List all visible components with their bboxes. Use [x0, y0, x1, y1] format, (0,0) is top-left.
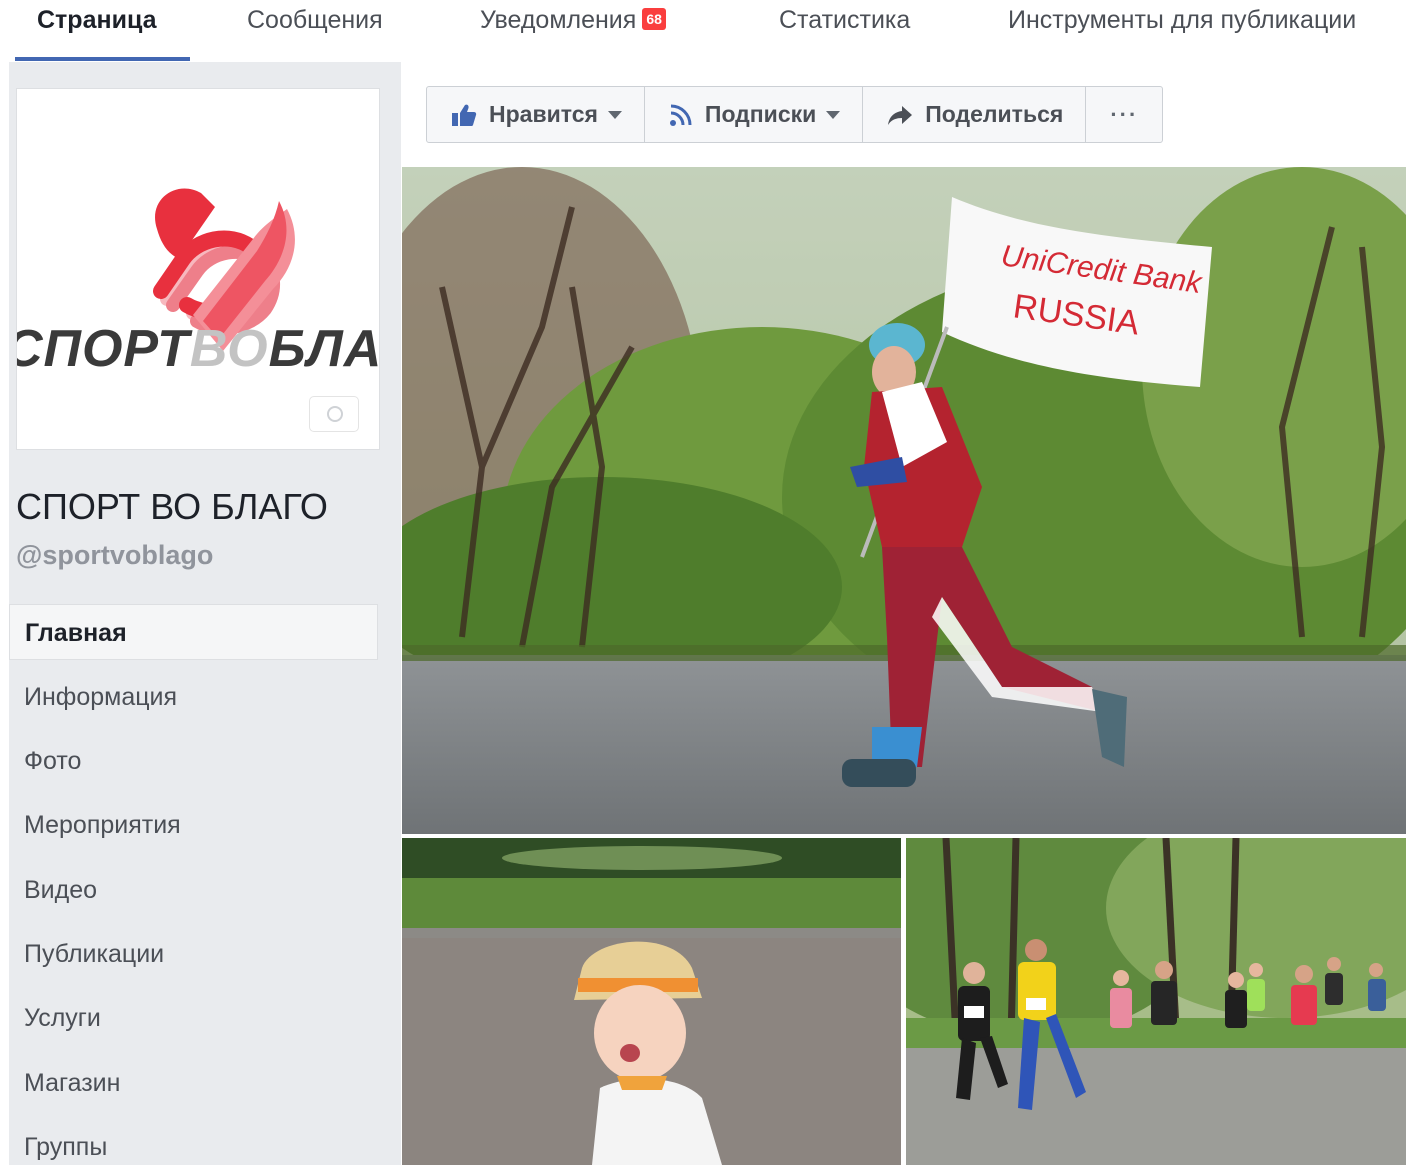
sidebar-item-photos[interactable]: Фото — [9, 733, 378, 789]
page-action-bar: Нравится Подписки Поделиться ··· — [426, 86, 1164, 143]
sidebar-item-home[interactable]: Главная — [9, 604, 378, 660]
share-button-label: Поделиться — [925, 101, 1064, 127]
like-button-label: Нравится — [489, 101, 598, 127]
tab-page[interactable]: Страница — [37, 6, 157, 35]
active-tab-indicator — [15, 57, 190, 61]
chevron-down-icon — [607, 110, 622, 119]
group-photo-image — [906, 838, 1406, 1165]
page-username[interactable]: @sportvoblago — [16, 540, 213, 571]
cover-photo-runner[interactable]: UniCredit Bank RUSSIA — [402, 167, 1406, 834]
more-dots-icon: ··· — [1110, 101, 1139, 127]
photo-child-runner[interactable] — [402, 838, 901, 1165]
tab-insights[interactable]: Статистика — [779, 6, 910, 35]
tab-notifications-label: Уведомления — [480, 6, 637, 34]
share-button[interactable]: Поделиться — [863, 87, 1087, 142]
tab-notifications[interactable]: Уведомления 68 — [480, 6, 666, 35]
sidebar-item-services[interactable]: Услуги — [9, 990, 378, 1046]
child-photo-image — [402, 838, 901, 1165]
sidebar-item-groups[interactable]: Группы — [9, 1119, 378, 1175]
follow-button-label: Подписки — [704, 101, 817, 127]
sidebar-item-posts[interactable]: Публикации — [9, 926, 378, 982]
logo-wordmark: СПОРТВОБЛАГО — [16, 320, 380, 378]
profile-picture[interactable]: СПОРТВОБЛАГО — [16, 88, 380, 450]
notification-count-badge: 68 — [642, 8, 666, 30]
chevron-down-icon — [826, 110, 841, 119]
like-button[interactable]: Нравится — [427, 87, 645, 142]
runner-photo-image: UniCredit Bank RUSSIA — [402, 167, 1406, 834]
rss-icon — [669, 103, 693, 127]
sidebar-item-about[interactable]: Информация — [9, 669, 378, 725]
camera-icon[interactable] — [309, 396, 359, 432]
more-options-button[interactable]: ··· — [1086, 87, 1162, 142]
photo-group-runners[interactable] — [906, 838, 1406, 1165]
follow-button[interactable]: Подписки — [645, 87, 864, 142]
tab-messages[interactable]: Сообщения — [247, 6, 383, 35]
sidebar-item-shop[interactable]: Магазин — [9, 1055, 378, 1111]
tab-publishing-tools[interactable]: Инструменты для публикации — [1008, 6, 1356, 35]
sidebar-item-videos[interactable]: Видео — [9, 862, 378, 918]
thumbs-up-icon — [451, 103, 477, 127]
page-title: СПОРТ ВО БЛАГО — [16, 486, 328, 527]
share-arrow-icon — [887, 104, 913, 126]
page-top-nav: Страница Сообщения Уведомления 68 Статист… — [0, 0, 1409, 62]
sidebar-item-events[interactable]: Мероприятия — [9, 797, 378, 853]
